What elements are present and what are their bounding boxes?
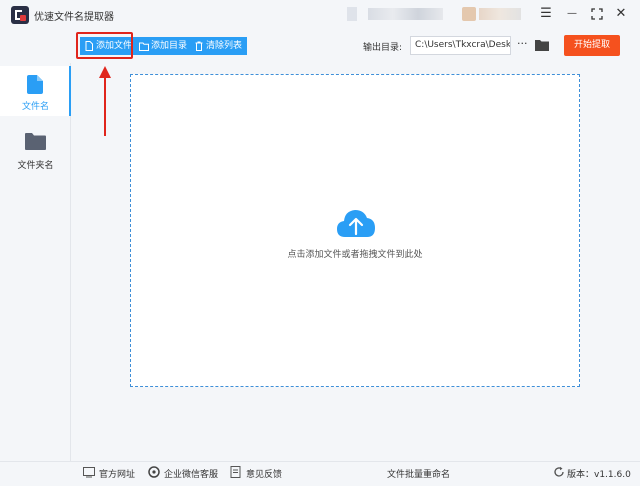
browse-more-button[interactable]: ··· (517, 37, 528, 50)
annotation-highlight-box (76, 32, 133, 59)
add-folder-button[interactable]: 添加目录 (135, 37, 193, 55)
user-name-blurred (479, 8, 521, 20)
customer-service-icon (148, 466, 160, 478)
maximize-button[interactable] (588, 5, 606, 23)
website-icon (83, 467, 95, 478)
minimize-button[interactable]: — (563, 5, 581, 23)
footer: 官方网址 企业微信客服 意见反馈 文件批量重命名 版本：v1.1.6.0 (0, 461, 640, 486)
sidebar-item-label: 文件名 (21, 102, 49, 112)
version-label: 版本：v1.1.6.0 (567, 470, 631, 480)
app-title: 优速文件名提取器 (34, 12, 114, 23)
sidebar-item-filename[interactable]: 文件名 (0, 66, 71, 116)
output-dir-label: 输出目录: (363, 43, 403, 53)
clear-list-label: 清除列表 (206, 41, 243, 51)
account-blurred-area (368, 8, 443, 20)
menu-button[interactable]: ☰ (537, 5, 555, 23)
wechat-support-link[interactable]: 企业微信客服 (164, 467, 218, 480)
file-drop-zone[interactable]: 点击添加文件或者拖拽文件到此处 (130, 74, 580, 387)
title-bar: 优速文件名提取器 ☰ — ✕ (0, 0, 640, 30)
website-link[interactable]: 官方网址 (99, 467, 135, 480)
user-avatar[interactable] (462, 7, 476, 21)
feedback-link[interactable]: 意见反馈 (246, 467, 282, 480)
folder-icon (25, 133, 46, 150)
annotation-arrow-icon (99, 66, 111, 136)
batch-rename-link[interactable]: 文件批量重命名 (387, 467, 450, 480)
account-blurred-area (347, 7, 357, 21)
cloud-upload-icon (337, 210, 375, 237)
refresh-icon (554, 466, 564, 477)
output-dir-input[interactable]: C:\Users\Tkxcra\Desktop (410, 36, 511, 55)
app-window: 优速文件名提取器 ☰ — ✕ 添加文件 添加目录 清除列表 输出目录: C:\U… (0, 0, 640, 486)
add-folder-label: 添加目录 (151, 41, 188, 51)
start-extract-button[interactable]: 开始提取 (564, 35, 620, 56)
app-logo (11, 6, 29, 24)
sidebar: 文件名 文件夹名 (0, 63, 71, 461)
open-folder-icon[interactable] (535, 39, 549, 51)
maximize-icon (591, 8, 603, 20)
file-icon (27, 75, 43, 94)
feedback-icon (230, 466, 241, 478)
trash-icon (195, 41, 203, 51)
drop-zone-hint: 点击添加文件或者拖拽文件到此处 (287, 250, 423, 260)
sidebar-item-label: 文件夹名 (17, 161, 54, 171)
sidebar-item-foldername[interactable]: 文件夹名 (0, 125, 71, 175)
folder-icon (139, 42, 149, 51)
clear-list-button[interactable]: 清除列表 (190, 37, 248, 55)
close-button[interactable]: ✕ (612, 5, 630, 23)
